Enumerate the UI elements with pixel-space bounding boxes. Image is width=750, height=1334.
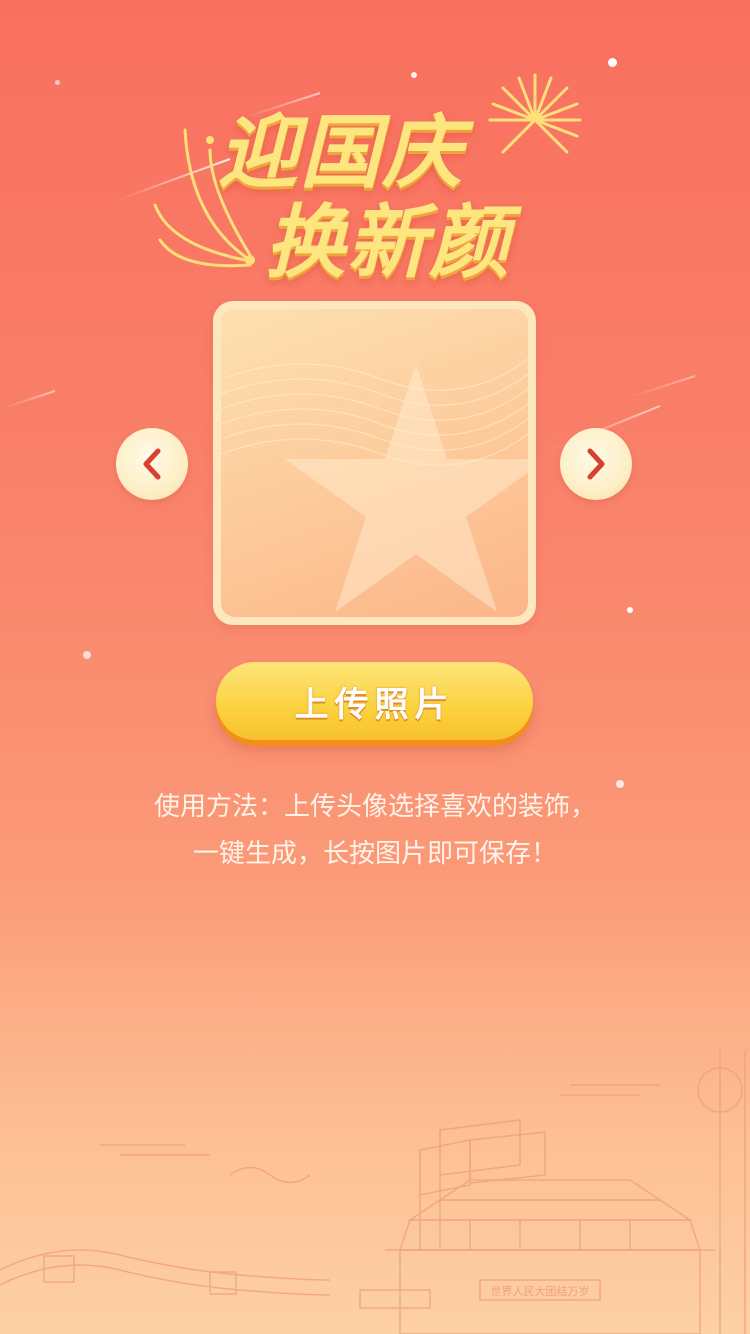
shooting-star (2, 390, 56, 409)
title-line-2: 换新颜 (265, 196, 511, 289)
avatar-preview[interactable] (213, 301, 536, 625)
next-frame-button[interactable] (560, 428, 632, 500)
sparkle (55, 80, 60, 85)
instructions-line-1: 使用方法：上传头像选择喜欢的装饰， (153, 792, 596, 822)
chevron-left-icon (143, 448, 161, 480)
title-block: 迎国庆 换新颜 (150, 70, 610, 289)
page: 迎国庆 换新颜 上传照片 使用方法：上传头像选择喜欢的装饰， 一键生成，长按图片… (0, 0, 750, 1334)
instructions-line-2: 一键生成，长按图片即可保存！ (192, 839, 557, 869)
prev-frame-button[interactable] (116, 428, 188, 500)
upload-photo-label: 上传照片 (294, 684, 455, 725)
tiananmen-illustration: 世界人民大团结万岁 (0, 1050, 746, 1334)
sparkle (608, 58, 617, 67)
sparkle (627, 607, 633, 613)
star-icon (221, 358, 528, 612)
avatar-placeholder (221, 309, 528, 617)
shooting-star (628, 375, 696, 399)
usage-instructions: 使用方法：上传头像选择喜欢的装饰， 一键生成，长按图片即可保存！ (75, 784, 675, 878)
sparkle (83, 651, 91, 659)
upload-photo-button[interactable]: 上传照片 (216, 662, 533, 740)
chevron-right-icon (587, 448, 605, 480)
banner-text: 世界人民大团结万岁 (491, 1284, 590, 1298)
